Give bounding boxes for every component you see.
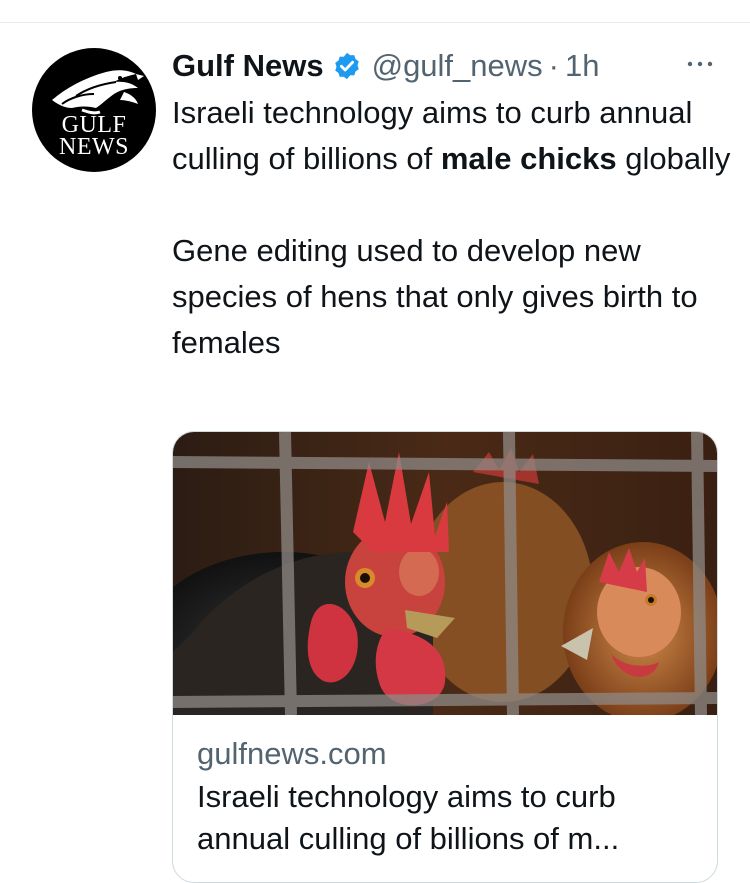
- tweet-text: Israeli technology aims to curb annual c…: [172, 90, 732, 366]
- link-card[interactable]: gulfnews.com Israeli technology aims to …: [172, 431, 718, 883]
- more-horizontal-icon[interactable]: [684, 56, 716, 72]
- verified-badge-icon: [332, 51, 362, 81]
- author-avatar[interactable]: GULF NEWS: [32, 48, 156, 172]
- tweet-header: Gulf News @gulf_news · 1h: [172, 44, 599, 88]
- author-display-name[interactable]: Gulf News: [172, 48, 324, 84]
- tweet-text-part: globally: [616, 141, 731, 176]
- avatar-text-gulf: GULF: [61, 112, 127, 138]
- card-meta: gulfnews.com Israeli technology aims to …: [197, 732, 697, 860]
- tweet-paragraph-1: Israeli technology aims to curb annual c…: [172, 90, 732, 182]
- top-divider: [0, 22, 750, 23]
- tweet-timestamp[interactable]: 1h: [565, 48, 599, 84]
- tweet-text-bold: male chicks: [440, 141, 617, 176]
- separator-dot: ·: [548, 48, 559, 83]
- card-title: Israeli technology aims to curb annual c…: [197, 779, 620, 856]
- avatar-text-news: NEWS: [59, 134, 129, 160]
- card-domain: gulfnews.com: [197, 736, 387, 771]
- tweet-paragraph-2: Gene editing used to develop new species…: [172, 233, 698, 360]
- author-handle[interactable]: @gulf_news: [372, 48, 543, 84]
- chickens-image: [173, 432, 717, 715]
